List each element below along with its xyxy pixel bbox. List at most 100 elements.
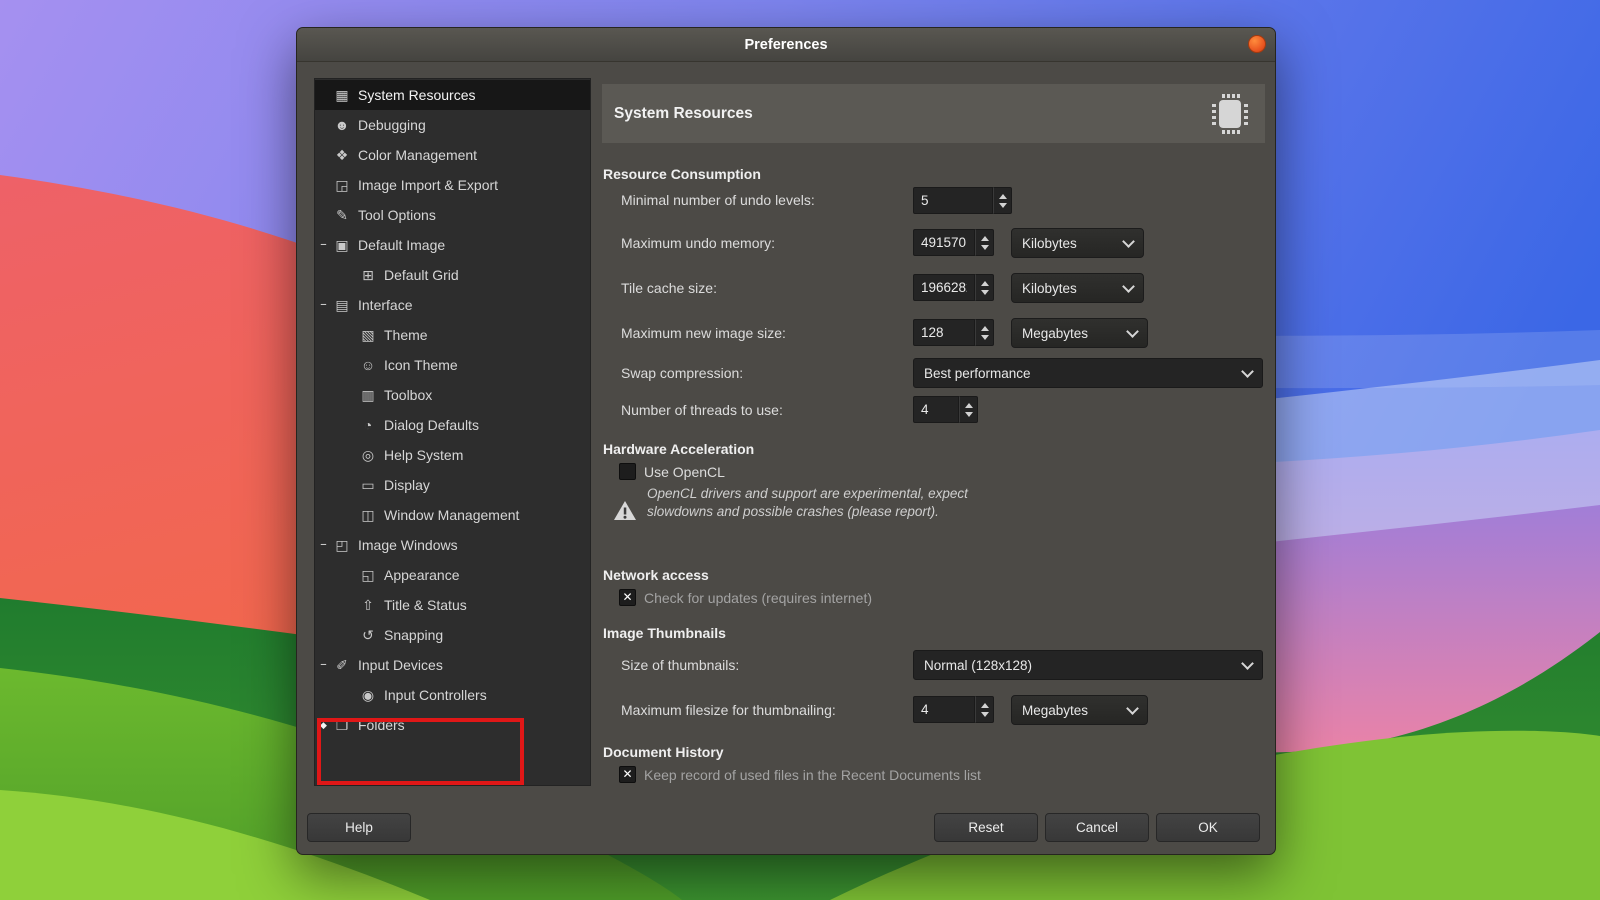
spinner-arrows-icon[interactable] bbox=[975, 319, 994, 346]
dialog-footer: Help Reset Cancel OK bbox=[307, 813, 1260, 842]
use-opencl-row: Use OpenCL bbox=[619, 463, 725, 480]
keep-record-row: Keep record of used files in the Recent … bbox=[619, 766, 981, 783]
cancel-button[interactable]: Cancel bbox=[1045, 813, 1149, 842]
color-management-icon: ❖ bbox=[332, 147, 352, 164]
sidebar-item-help-system[interactable]: ◎ Help System bbox=[315, 440, 590, 470]
section-hardware-acceleration: Hardware Acceleration bbox=[603, 441, 754, 457]
undo-levels-input[interactable] bbox=[913, 187, 993, 214]
close-button[interactable] bbox=[1248, 35, 1266, 53]
input-devices-icon: ✐ bbox=[332, 657, 352, 674]
sidebar-item-dialog-defaults[interactable]: ◔ Dialog Defaults bbox=[315, 410, 590, 440]
sidebar-item-debugging[interactable]: ☻ Debugging bbox=[315, 110, 590, 140]
preferences-dialog: Preferences ▦ System Resources ☻ Debuggi… bbox=[296, 27, 1276, 855]
sidebar-item-snapping[interactable]: ↺ Snapping bbox=[315, 620, 590, 650]
sidebar-item-image-import-export[interactable]: ◲ Image Import & Export bbox=[315, 170, 590, 200]
thumb-size-label: Size of thumbnails: bbox=[621, 657, 739, 673]
sidebar-item-input-devices[interactable]: − ✐ Input Devices bbox=[315, 650, 590, 680]
sidebar-item-folders[interactable]: ◆ ❐ Folders bbox=[315, 710, 590, 740]
max-filesize-spinbox bbox=[913, 696, 994, 723]
appearance-icon: ◱ bbox=[358, 567, 378, 584]
wilber-icon: ☻ bbox=[332, 117, 352, 133]
max-filesize-input[interactable] bbox=[913, 696, 975, 723]
spinner-arrows-icon[interactable] bbox=[975, 696, 994, 723]
sidebar-item-input-controllers[interactable]: ◉ Input Controllers bbox=[315, 680, 590, 710]
new-image-size-label: Maximum new image size: bbox=[621, 325, 786, 341]
undo-memory-input[interactable] bbox=[913, 229, 975, 256]
sidebar-item-default-grid[interactable]: ⊞ Default Grid bbox=[315, 260, 590, 290]
warning-icon bbox=[613, 499, 637, 523]
undo-memory-unit-dropdown[interactable]: Kilobytes bbox=[1011, 228, 1144, 258]
threads-label: Number of threads to use: bbox=[621, 402, 783, 418]
chevron-down-icon bbox=[1122, 235, 1135, 248]
sidebar-item-tool-options[interactable]: ✎ Tool Options bbox=[315, 200, 590, 230]
expand-expander-icon[interactable]: ◆ bbox=[315, 710, 332, 740]
new-image-size-unit-dropdown[interactable]: Megabytes bbox=[1011, 318, 1148, 348]
undo-levels-label: Minimal number of undo levels: bbox=[621, 192, 815, 208]
chevron-down-icon bbox=[1122, 280, 1135, 293]
chevron-down-icon bbox=[1126, 702, 1139, 715]
folders-icon: ❐ bbox=[332, 717, 352, 734]
collapse-expander-icon[interactable]: − bbox=[315, 650, 332, 680]
new-image-size-input[interactable] bbox=[913, 319, 975, 346]
cpu-icon: ▦ bbox=[332, 87, 352, 104]
image-windows-icon: ◰ bbox=[332, 537, 352, 554]
new-image-size-spinbox bbox=[913, 319, 994, 346]
tool-options-icon: ✎ bbox=[332, 207, 352, 224]
collapse-expander-icon[interactable]: − bbox=[315, 290, 332, 320]
sidebar-item-interface[interactable]: − ▤ Interface bbox=[315, 290, 590, 320]
tile-cache-input[interactable] bbox=[913, 274, 975, 301]
chevron-down-icon bbox=[1126, 325, 1139, 338]
chevron-down-icon bbox=[1241, 365, 1254, 378]
tile-cache-label: Tile cache size: bbox=[621, 280, 717, 296]
spinner-arrows-icon[interactable] bbox=[975, 274, 994, 301]
undo-levels-spinbox bbox=[913, 187, 1012, 214]
sidebar-item-theme[interactable]: ▧ Theme bbox=[315, 320, 590, 350]
collapse-expander-icon[interactable]: − bbox=[315, 230, 332, 260]
spinner-arrows-icon[interactable] bbox=[975, 229, 994, 256]
titlebar[interactable]: Preferences bbox=[297, 28, 1275, 62]
sidebar-item-image-windows[interactable]: − ◰ Image Windows bbox=[315, 530, 590, 560]
default-image-icon: ▣ bbox=[332, 237, 352, 254]
thumb-size-dropdown[interactable]: Normal (128x128) bbox=[913, 650, 1263, 680]
section-network-access: Network access bbox=[603, 567, 709, 583]
help-system-icon: ◎ bbox=[358, 447, 378, 464]
toolbox-icon: ▥ bbox=[358, 387, 378, 404]
check-updates-row: Check for updates (requires internet) bbox=[619, 589, 872, 606]
use-opencl-checkbox[interactable] bbox=[619, 463, 636, 480]
opencl-warning: OpenCL drivers and support are experimen… bbox=[613, 485, 1043, 523]
display-icon: ▭ bbox=[358, 477, 378, 494]
opencl-warning-text: OpenCL drivers and support are experimen… bbox=[647, 485, 1019, 523]
undo-memory-label: Maximum undo memory: bbox=[621, 235, 775, 251]
sidebar-item-toolbox[interactable]: ▥ Toolbox bbox=[315, 380, 590, 410]
reset-button[interactable]: Reset bbox=[934, 813, 1038, 842]
sidebar-item-title-status[interactable]: ⇧ Title & Status bbox=[315, 590, 590, 620]
grid-icon: ⊞ bbox=[358, 267, 378, 284]
tile-cache-spinbox bbox=[913, 274, 994, 301]
check-updates-label: Check for updates (requires internet) bbox=[644, 590, 872, 606]
preferences-category-tree: ▦ System Resources ☻ Debugging ❖ Color M… bbox=[314, 78, 591, 786]
interface-icon: ▤ bbox=[332, 297, 352, 314]
help-button[interactable]: Help bbox=[307, 813, 411, 842]
sidebar-item-display[interactable]: ▭ Display bbox=[315, 470, 590, 500]
check-updates-checkbox[interactable] bbox=[619, 589, 636, 606]
sidebar-item-window-management[interactable]: ◫ Window Management bbox=[315, 500, 590, 530]
swap-compression-dropdown[interactable]: Best performance bbox=[913, 358, 1263, 388]
undo-memory-spinbox bbox=[913, 229, 994, 256]
spinner-arrows-icon[interactable] bbox=[993, 187, 1012, 214]
max-filesize-unit-dropdown[interactable]: Megabytes bbox=[1011, 695, 1148, 725]
ok-button[interactable]: OK bbox=[1156, 813, 1260, 842]
threads-input[interactable] bbox=[913, 396, 959, 423]
title-status-icon: ⇧ bbox=[358, 597, 378, 614]
spinner-arrows-icon[interactable] bbox=[959, 396, 978, 423]
keep-record-checkbox[interactable] bbox=[619, 766, 636, 783]
sidebar-item-color-management[interactable]: ❖ Color Management bbox=[315, 140, 590, 170]
sidebar-item-icon-theme[interactable]: ☺ Icon Theme bbox=[315, 350, 590, 380]
keep-record-label: Keep record of used files in the Recent … bbox=[644, 767, 981, 783]
tile-cache-unit-dropdown[interactable]: Kilobytes bbox=[1011, 273, 1144, 303]
sidebar-item-appearance[interactable]: ◱ Appearance bbox=[315, 560, 590, 590]
dialog-defaults-icon: ◔ bbox=[358, 417, 378, 433]
sidebar-item-default-image[interactable]: − ▣ Default Image bbox=[315, 230, 590, 260]
collapse-expander-icon[interactable]: − bbox=[315, 530, 332, 560]
import-export-icon: ◲ bbox=[332, 177, 352, 194]
sidebar-item-system-resources[interactable]: ▦ System Resources bbox=[315, 80, 590, 110]
